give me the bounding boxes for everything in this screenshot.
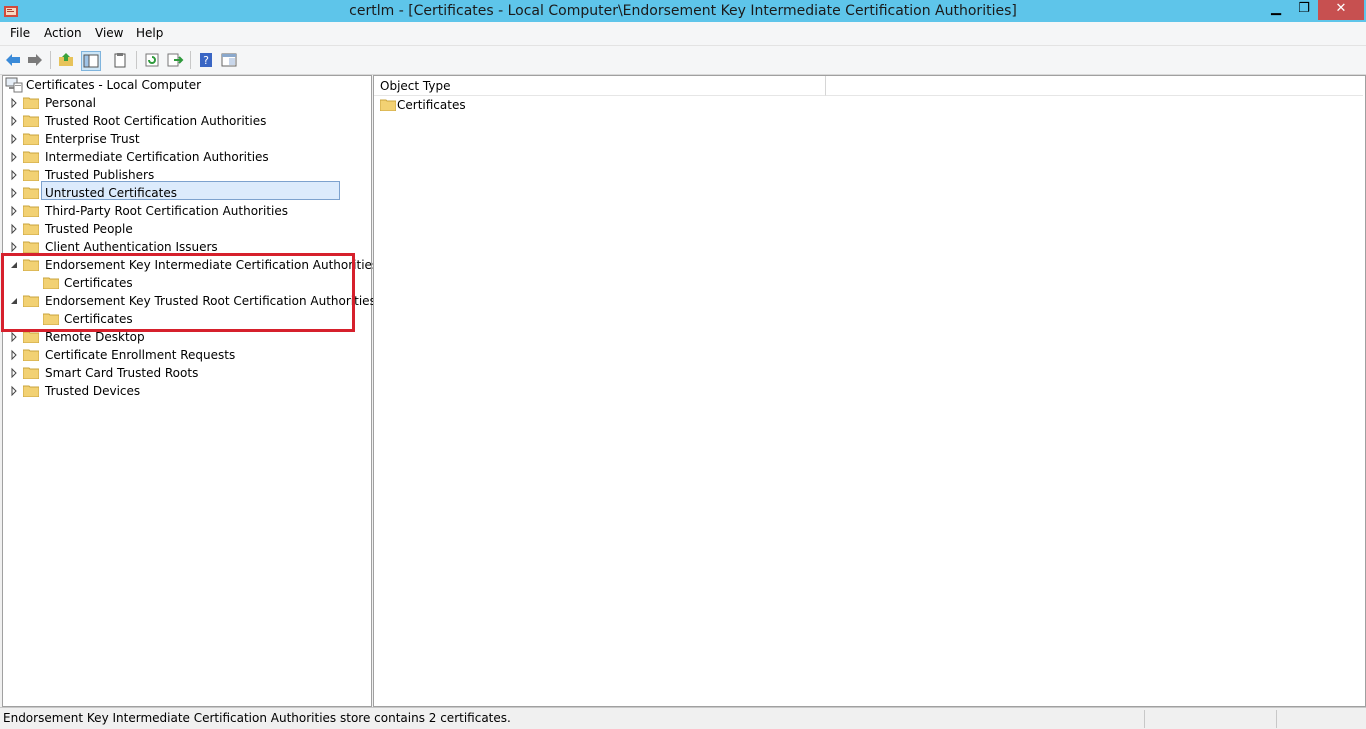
tree-item-trusted-people[interactable]: Trusted People bbox=[5, 220, 345, 238]
annotation-highlight-box bbox=[1, 253, 355, 332]
tree-item-label: Enterprise Trust bbox=[45, 132, 140, 146]
tree-item-trusted-root[interactable]: Trusted Root Certification Authorities bbox=[5, 112, 345, 130]
restore-button[interactable]: ❐ bbox=[1291, 0, 1317, 20]
list-item[interactable]: Certificates bbox=[379, 96, 579, 114]
expand-arrow-icon[interactable] bbox=[9, 382, 19, 400]
tree-item-trusted-publishers[interactable]: Trusted Publishers bbox=[5, 166, 345, 184]
computer-certificates-icon bbox=[5, 77, 23, 93]
folder-icon bbox=[23, 349, 39, 361]
tree-item-personal[interactable]: Personal bbox=[5, 94, 345, 112]
back-arrow-icon[interactable] bbox=[4, 51, 22, 69]
expand-arrow-icon[interactable] bbox=[9, 94, 19, 112]
list-item-label: Certificates bbox=[397, 98, 466, 112]
menu-view[interactable]: View bbox=[95, 26, 123, 40]
folder-icon bbox=[23, 367, 39, 379]
folder-icon bbox=[23, 97, 39, 109]
expand-arrow-icon[interactable] bbox=[9, 202, 19, 220]
tree-item-label: Trusted Root Certification Authorities bbox=[45, 114, 267, 128]
properties-icon[interactable] bbox=[220, 51, 238, 69]
clipboard-icon[interactable] bbox=[111, 51, 129, 69]
up-folder-icon[interactable] bbox=[57, 51, 75, 69]
refresh-icon[interactable] bbox=[143, 51, 161, 69]
expand-arrow-icon[interactable] bbox=[9, 148, 19, 166]
show-hide-tree-icon[interactable] bbox=[81, 51, 101, 71]
close-button[interactable]: ✕ bbox=[1318, 0, 1364, 20]
tree-item-label: Untrusted Certificates bbox=[45, 186, 177, 200]
folder-icon bbox=[23, 241, 39, 253]
tree-item-label: Certificate Enrollment Requests bbox=[45, 348, 236, 362]
tree-root-label: Certificates - Local Computer bbox=[26, 78, 202, 92]
tree-item-label: Trusted People bbox=[45, 222, 133, 236]
folder-icon bbox=[23, 169, 39, 181]
column-header-empty bbox=[826, 76, 1363, 96]
folder-icon bbox=[23, 205, 39, 217]
tree-item-label: Intermediate Certification Authorities bbox=[45, 150, 269, 164]
tree-item-smart-card-roots[interactable]: Smart Card Trusted Roots bbox=[5, 364, 345, 382]
expand-arrow-icon[interactable] bbox=[9, 112, 19, 130]
title-bar: certlm - [Certificates - Local Computer\… bbox=[0, 0, 1366, 22]
tree-item-label: Third-Party Root Certification Authoriti… bbox=[45, 204, 288, 218]
menu-bar: File Action View Help bbox=[0, 22, 1366, 45]
folder-icon bbox=[23, 115, 39, 127]
column-header-object-type[interactable]: Object Type bbox=[374, 76, 826, 96]
column-header-label: Object Type bbox=[380, 79, 451, 93]
folder-icon bbox=[23, 385, 39, 397]
menu-help[interactable]: Help bbox=[136, 26, 163, 40]
menu-action[interactable]: Action bbox=[44, 26, 82, 40]
tree-item-untrusted[interactable]: Untrusted Certificates bbox=[5, 184, 345, 202]
folder-icon bbox=[23, 151, 39, 163]
status-separator bbox=[1144, 710, 1145, 728]
tree-item-label: Personal bbox=[45, 96, 97, 110]
tree-item-label: Trusted Publishers bbox=[45, 168, 155, 182]
details-list-pane[interactable] bbox=[373, 75, 1366, 707]
tree-item-enrollment-requests[interactable]: Certificate Enrollment Requests bbox=[5, 346, 345, 364]
toolbar: ? bbox=[0, 45, 1366, 75]
expand-arrow-icon[interactable] bbox=[9, 220, 19, 238]
folder-icon bbox=[380, 99, 396, 111]
toolbar-separator bbox=[190, 51, 191, 69]
tree-item-intermediate-ca[interactable]: Intermediate Certification Authorities bbox=[5, 148, 345, 166]
minimize-button[interactable]: ▁ bbox=[1263, 0, 1289, 20]
folder-icon bbox=[23, 331, 39, 343]
expand-arrow-icon[interactable] bbox=[9, 130, 19, 148]
export-list-icon[interactable] bbox=[166, 51, 184, 69]
folder-icon bbox=[23, 133, 39, 145]
folder-icon bbox=[23, 187, 39, 199]
svg-text:?: ? bbox=[203, 54, 209, 67]
forward-arrow-icon[interactable] bbox=[26, 51, 44, 69]
expand-arrow-icon[interactable] bbox=[9, 166, 19, 184]
help-icon[interactable]: ? bbox=[197, 51, 215, 69]
expand-arrow-icon[interactable] bbox=[9, 346, 19, 364]
tree-root-item[interactable]: Certificates - Local Computer bbox=[5, 76, 205, 94]
tree-item-label: Smart Card Trusted Roots bbox=[45, 366, 199, 380]
window-title: certlm - [Certificates - Local Computer\… bbox=[349, 3, 1017, 19]
menu-file[interactable]: File bbox=[10, 26, 30, 40]
folder-icon bbox=[23, 223, 39, 235]
status-separator bbox=[1276, 710, 1277, 728]
toolbar-separator bbox=[136, 51, 137, 69]
expand-arrow-icon[interactable] bbox=[9, 364, 19, 382]
tree-item-label: Trusted Devices bbox=[45, 384, 141, 398]
tree-item-third-party-root[interactable]: Third-Party Root Certification Authoriti… bbox=[5, 202, 345, 220]
tree-item-trusted-devices[interactable]: Trusted Devices bbox=[5, 382, 345, 400]
status-text: Endorsement Key Intermediate Certificati… bbox=[3, 711, 511, 725]
expand-arrow-icon[interactable] bbox=[9, 184, 19, 202]
tree-item-enterprise-trust[interactable]: Enterprise Trust bbox=[5, 130, 345, 148]
status-bar: Endorsement Key Intermediate Certificati… bbox=[0, 707, 1366, 729]
toolbar-separator bbox=[50, 51, 51, 69]
